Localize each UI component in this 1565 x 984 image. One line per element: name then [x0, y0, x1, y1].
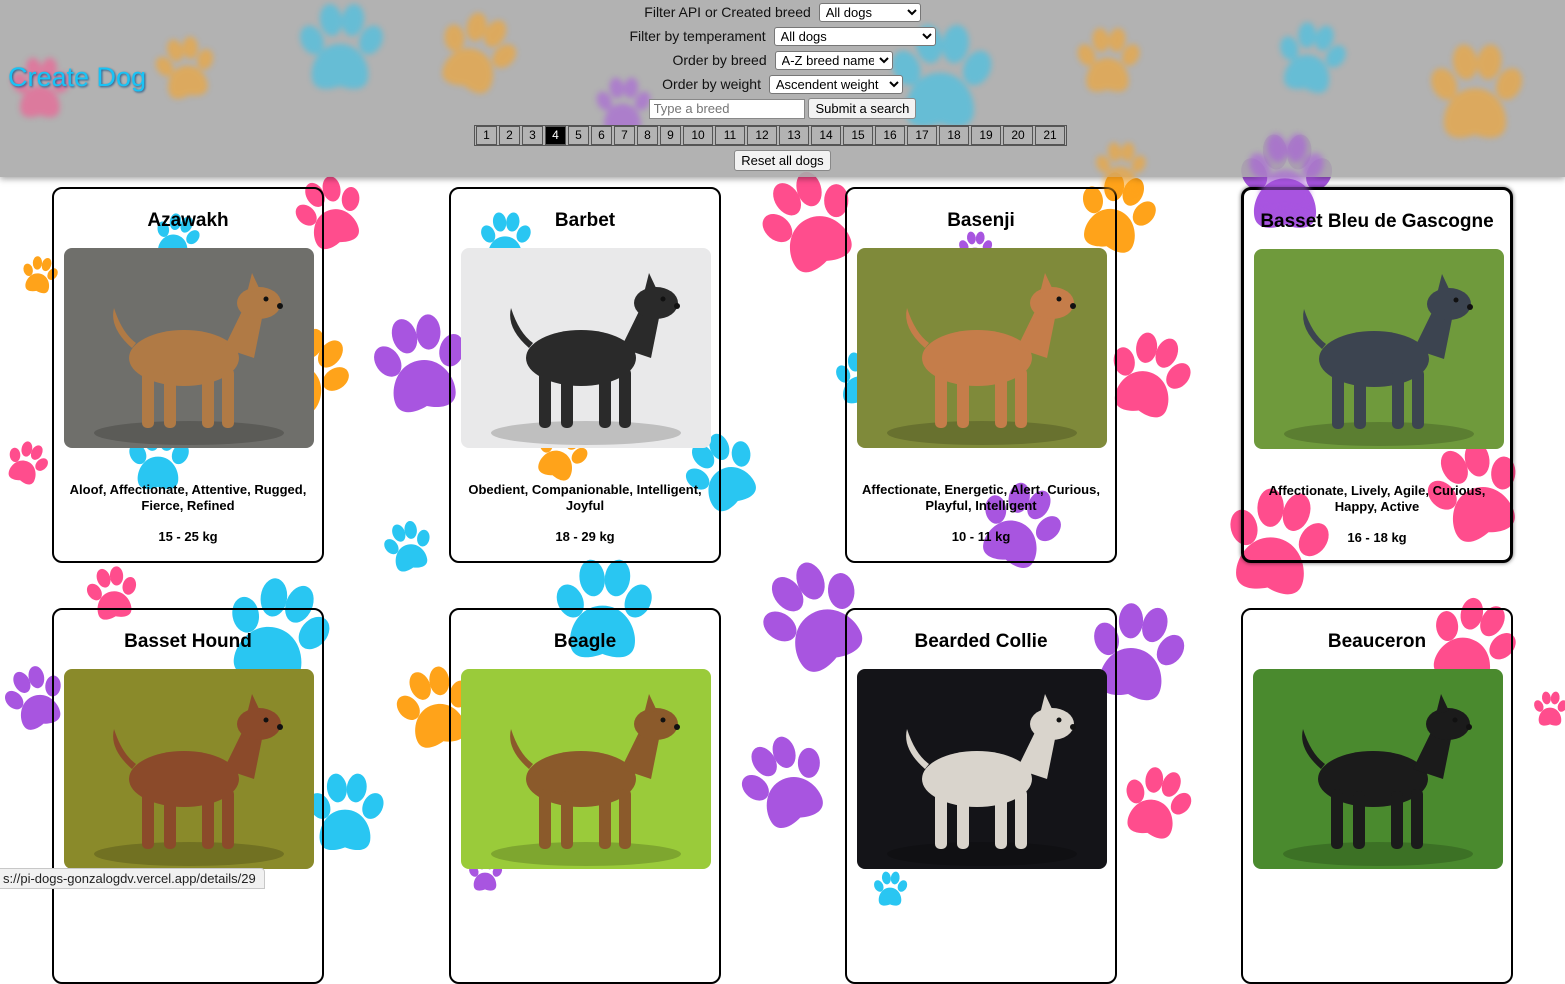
page-button[interactable]: 13	[779, 126, 809, 145]
dog-card[interactable]: Beauceron	[1241, 608, 1513, 984]
dog-card-name: Barbet	[554, 210, 616, 231]
order-weight-row: Order by weight Ascendent weight	[0, 75, 1565, 94]
dog-card-photo	[857, 669, 1107, 869]
page-button[interactable]: 8	[637, 126, 658, 145]
page-button[interactable]: 6	[591, 126, 612, 145]
page-button[interactable]: 4	[545, 126, 566, 145]
filter-temperament-label: Filter by temperament	[629, 28, 766, 44]
page-button[interactable]: 3	[522, 126, 543, 145]
reset-row: Reset all dogs	[0, 150, 1565, 171]
dog-card-photo	[857, 248, 1107, 448]
page-button[interactable]: 16	[875, 126, 905, 145]
dog-card-temperament: Affectionate, Lively, Agile, Curious, Ha…	[1268, 483, 1486, 514]
search-row: Submit a search	[0, 98, 1565, 119]
dog-card-name: Bearded Collie	[914, 631, 1048, 652]
dog-card[interactable]: Bearded Collie	[845, 608, 1117, 984]
dog-card[interactable]: Basenji Affectionate, Energetic, Alert, C…	[845, 187, 1117, 563]
paw-print-decoration	[1115, 765, 1195, 845]
page-button[interactable]: 21	[1035, 126, 1065, 145]
paw-print-decoration	[1240, 130, 1330, 220]
dog-card-name: Azawakh	[147, 210, 229, 231]
page-button[interactable]: 11	[715, 126, 745, 145]
order-breed-row: Order by breed A-Z breed name	[0, 51, 1565, 70]
page-button[interactable]: 20	[1003, 126, 1033, 145]
search-submit-button[interactable]: Submit a search	[808, 98, 917, 119]
dog-card-photo	[1254, 249, 1504, 449]
dog-card-name: Basenji	[947, 210, 1015, 231]
page-button[interactable]: 14	[811, 126, 841, 145]
page-button[interactable]: 5	[568, 126, 589, 145]
filter-temperament-row: Filter by temperament All dogs	[0, 27, 1565, 46]
dog-card-photo	[64, 248, 314, 448]
dog-card[interactable]: Basset Hound	[52, 608, 324, 984]
paw-print-decoration	[735, 735, 835, 835]
dog-card-temperament: Obedient, Companionable, Intelligent, Jo…	[468, 482, 702, 513]
dog-card-photo	[64, 669, 314, 869]
order-weight-select[interactable]: Ascendent weight	[768, 75, 903, 94]
dog-card-weight: 10 - 11 kg	[951, 529, 1011, 544]
dog-card-weight: 18 - 29 kg	[555, 529, 615, 544]
dog-card-name: Beagle	[553, 631, 617, 652]
dog-card-temperament: Affectionate, Energetic, Alert, Curious,…	[862, 482, 1100, 513]
dog-card-photo	[1253, 669, 1503, 869]
dog-card-name: Basset Hound	[124, 631, 252, 652]
paw-print-decoration	[380, 520, 436, 576]
filter-api-label: Filter API or Created breed	[644, 4, 811, 20]
dog-card-photo	[461, 248, 711, 448]
page-button[interactable]: 2	[499, 126, 520, 145]
page-button[interactable]: 12	[747, 126, 777, 145]
dog-card[interactable]: Basset Bleu de Gascogne Affectionate, Liv…	[1241, 187, 1513, 563]
link-status-bar: s://pi-dogs-gonzalogdv.vercel.app/detail…	[0, 868, 265, 889]
page-button[interactable]: 10	[683, 126, 713, 145]
order-breed-select[interactable]: A-Z breed name	[774, 51, 893, 70]
paw-print-decoration	[2, 440, 50, 488]
dog-card-weight: 15 - 25 kg	[158, 529, 218, 544]
page-button[interactable]: 1	[476, 126, 497, 145]
dog-card-temperament: Aloof, Affectionate, Attentive, Rugged, …	[69, 482, 307, 513]
page-button[interactable]: 15	[843, 126, 873, 145]
paw-print-decoration	[1530, 690, 1565, 730]
dog-card[interactable]: Azawakh Aloof, Affectionate, Attentive, R…	[52, 187, 324, 563]
page-button[interactable]: 17	[907, 126, 937, 145]
filter-temperament-select[interactable]: All dogs	[773, 27, 936, 46]
filter-api-select[interactable]: All dogs	[818, 3, 921, 22]
page-button[interactable]: 19	[971, 126, 1001, 145]
page-button[interactable]: 9	[660, 126, 681, 145]
filter-api-row: Filter API or Created breed All dogs	[0, 3, 1565, 22]
page-button[interactable]: 18	[939, 126, 969, 145]
pagination: 1 2 3 4 5 6 7 8 9 10 11 12 13 14 15 16 17 18 19 20 21	[474, 125, 1067, 146]
dog-card-weight: 16 - 18 kg	[1347, 530, 1407, 545]
header: Create Dog Filter API or Created breed A…	[0, 0, 1565, 211]
order-breed-label: Order by breed	[672, 52, 767, 68]
dog-card[interactable]: Beagle	[449, 608, 721, 984]
dog-card-photo	[461, 669, 711, 869]
dog-card-name: Beauceron	[1327, 631, 1427, 652]
reset-all-dogs-button[interactable]: Reset all dogs	[734, 150, 831, 171]
search-input[interactable]	[648, 98, 805, 119]
dog-card[interactable]: Barbet Obedient, Companionable, Intellige…	[449, 187, 721, 563]
order-weight-label: Order by weight	[662, 76, 761, 92]
page-button[interactable]: 7	[614, 126, 635, 145]
